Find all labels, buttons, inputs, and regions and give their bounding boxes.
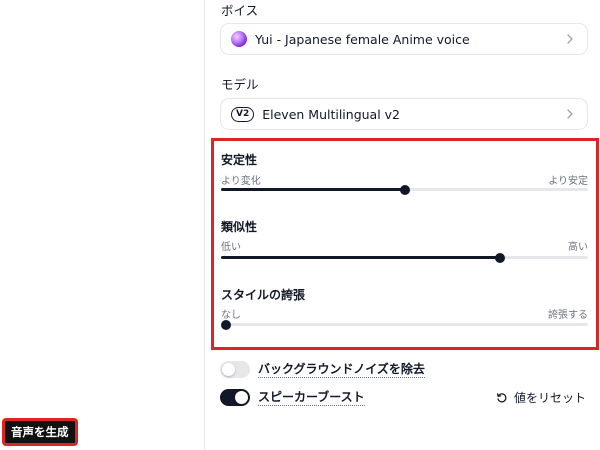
model-select-value: Eleven Multilingual v2 (262, 106, 401, 122)
voice-select-value: Yui - Japanese female Anime voice (255, 31, 470, 47)
reset-values-button[interactable]: 値をリセット (496, 389, 586, 406)
style-exaggeration-max-label: 誇張する (548, 310, 588, 321)
speaker-boost-toggle[interactable] (220, 389, 250, 406)
speaker-boost-label: スピーカーブースト (258, 390, 365, 406)
stability-title: 安定性 (221, 153, 258, 167)
stability-min-label: より変化 (221, 176, 261, 187)
noise-removal-toggle[interactable] (220, 361, 250, 378)
noise-removal-label: バックグラウンドノイズを除去 (258, 362, 425, 378)
voice-select[interactable]: Yui - Japanese female Anime voice (220, 23, 588, 55)
generate-speech-button[interactable]: 音声を生成 (2, 418, 78, 446)
reset-values-label: 値をリセット (514, 391, 587, 405)
voice-avatar-icon (231, 31, 247, 47)
model-select[interactable]: V2 Eleven Multilingual v2 (220, 98, 588, 130)
style-exaggeration-slider-thumb[interactable] (221, 319, 231, 330)
similarity-max-label: 高い (568, 242, 588, 253)
chevron-right-icon (565, 33, 575, 45)
stability-slider[interactable] (221, 184, 588, 195)
stability-slider-fill (221, 188, 405, 191)
style-exaggeration-title: スタイルの誇張 (221, 288, 306, 302)
stability-max-label: より安定 (548, 176, 588, 187)
panel-divider (204, 0, 205, 450)
voice-label: ボイス (221, 3, 259, 18)
similarity-min-label: 低い (221, 242, 241, 253)
similarity-slider-thumb[interactable] (494, 252, 505, 263)
style-exaggeration-min-label: なし (221, 310, 241, 321)
model-version-badge: V2 (231, 106, 255, 122)
stability-slider-thumb[interactable] (399, 184, 410, 195)
toggle-knob (235, 391, 248, 404)
style-exaggeration-slider[interactable] (221, 319, 588, 330)
similarity-slider[interactable] (221, 252, 588, 263)
similarity-title: 類似性 (221, 220, 258, 234)
generate-speech-label: 音声を生成 (11, 425, 69, 439)
model-label: モデル (221, 77, 259, 92)
chevron-right-icon (565, 108, 575, 120)
settings-highlight-frame (211, 138, 599, 350)
reset-icon (496, 392, 507, 402)
similarity-slider-fill (221, 256, 500, 259)
toggle-knob (222, 363, 235, 376)
